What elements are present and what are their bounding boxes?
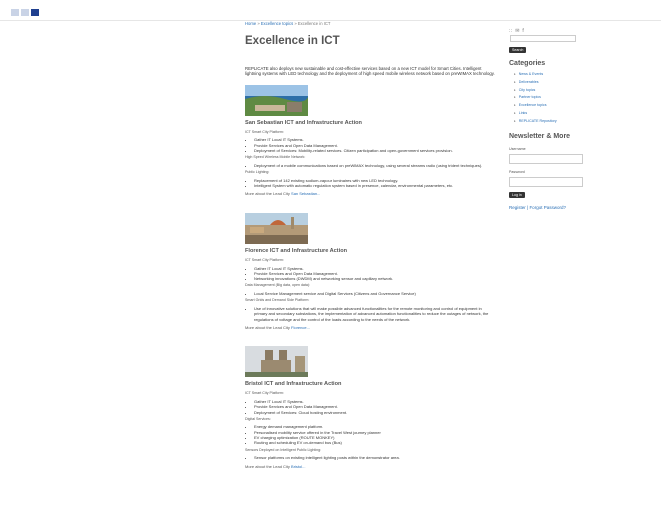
rss-icon[interactable]: ∷ bbox=[509, 28, 512, 34]
san-sebastian-image bbox=[245, 84, 308, 116]
list-item: Local Service Management service and Dig… bbox=[254, 291, 495, 296]
section-title: San Sebastian ICT and Infrastructure Act… bbox=[245, 119, 362, 126]
forgot-password-link[interactable]: Forgot Password? bbox=[529, 205, 566, 210]
search-button[interactable]: Search bbox=[509, 47, 527, 53]
breadcrumb-topics[interactable]: Excellence topics bbox=[261, 21, 293, 26]
list-item: Deployment of Services: Cloud hosting en… bbox=[254, 410, 495, 415]
category-item[interactable]: Deliverables bbox=[514, 79, 584, 87]
group-heading: ICT Smart City Platform: bbox=[245, 129, 284, 134]
section-title: Florence ICT and Infrastructure Action bbox=[245, 247, 348, 254]
more-text: More about the Lead City bbox=[245, 463, 292, 469]
lead-city-link[interactable]: Florence... bbox=[291, 325, 310, 330]
bullet-list: Local Service Management service and Dig… bbox=[245, 291, 495, 296]
section-title: Bristol ICT and Infrastructure Action bbox=[245, 381, 342, 388]
more-text: More about the Lead City bbox=[245, 324, 292, 330]
sidebar: ∷ ✉ f Search Categories News & Events De… bbox=[509, 28, 584, 210]
group-heading: ICT Smart City Platform: bbox=[245, 257, 284, 262]
logo-mark-mid bbox=[21, 9, 29, 16]
username-field[interactable] bbox=[509, 153, 583, 164]
list-item: Networking innovations (DWDM) and networ… bbox=[254, 276, 495, 281]
categories-title: Categories bbox=[509, 60, 546, 67]
site-logo[interactable] bbox=[11, 9, 39, 16]
bristol-image bbox=[245, 346, 308, 378]
bullet-list: Deployment of a mobile communications ba… bbox=[245, 163, 495, 168]
bullet-list: Sensor platforms on existing intelligent… bbox=[245, 455, 495, 460]
mail-icon[interactable]: ✉ bbox=[515, 28, 519, 34]
list-item: Deployment of Services: Mobility-related… bbox=[254, 148, 495, 153]
top-bar bbox=[0, 0, 661, 21]
more-text: More about the Lead City bbox=[245, 191, 292, 197]
breadcrumb-current: Excellence in ICT bbox=[297, 21, 331, 26]
more-about: More about the Lead City San Sebastian..… bbox=[245, 191, 495, 197]
list-item: Use of innovative solutions that will ma… bbox=[254, 306, 495, 322]
bullet-list: Gather IT Local IT Systems. Provide Serv… bbox=[245, 399, 495, 415]
social-icons: ∷ ✉ f bbox=[509, 28, 584, 34]
category-item[interactable]: REPLICATE Repository bbox=[514, 118, 584, 126]
intro-paragraph: REPLICATE also deploys new sustainable a… bbox=[245, 65, 495, 77]
eu-flag-icon bbox=[31, 9, 39, 16]
lead-city-link[interactable]: Bristol... bbox=[291, 464, 305, 469]
more-about: More about the Lead City Florence... bbox=[245, 325, 495, 331]
bullet-list: Gather IT Local IT Systems. Provide Serv… bbox=[245, 137, 495, 153]
category-item[interactable]: Excellence topics bbox=[514, 102, 584, 110]
bullet-list: Replacement of 142 existing sodium-vapou… bbox=[245, 178, 495, 189]
category-item[interactable]: Partner topics bbox=[514, 94, 584, 102]
search-input[interactable] bbox=[510, 35, 576, 42]
list-item: Intelligent System with automatic regula… bbox=[254, 183, 495, 188]
group-heading: Digital Services: bbox=[245, 416, 271, 421]
group-heading: ICT Smart City Platform: bbox=[245, 391, 284, 396]
list-item: Routing and scheduling EV on-demand bus … bbox=[254, 440, 495, 445]
group-heading: Public Lighting: bbox=[245, 170, 270, 175]
page-title: Excellence in ICT bbox=[245, 34, 340, 47]
logo-mark-left bbox=[11, 9, 19, 16]
login-button[interactable]: Log in bbox=[509, 191, 525, 198]
list-item: Sensor platforms on existing intelligent… bbox=[254, 455, 495, 460]
categories-list: News & Events Deliverables City topics P… bbox=[509, 71, 584, 126]
breadcrumb-home[interactable]: Home bbox=[245, 21, 256, 26]
group-heading: Smart Grids and Demand Side Platform: bbox=[245, 298, 310, 303]
florence-image bbox=[245, 212, 308, 244]
group-heading: Data Management (Big data, open data): bbox=[245, 283, 311, 288]
account-links: Register | Forgot Password? bbox=[509, 205, 584, 210]
bullet-list: Energy demand management platform. Perso… bbox=[245, 424, 495, 445]
bullet-list: Gather IT Local IT Systems. Provide Serv… bbox=[245, 266, 495, 282]
newsletter-title: Newsletter & More bbox=[509, 132, 571, 140]
password-field[interactable] bbox=[509, 176, 583, 187]
breadcrumb: Home » Excellence topics » Excellence in… bbox=[245, 21, 495, 27]
list-item: Deployment of a mobile communications ba… bbox=[254, 163, 495, 168]
facebook-icon[interactable]: f bbox=[522, 28, 523, 34]
register-link[interactable]: Register bbox=[509, 205, 526, 210]
group-heading: Sensors Deployed on Intelligent Public L… bbox=[245, 447, 322, 452]
bullet-list: Use of innovative solutions that will ma… bbox=[245, 306, 495, 322]
category-item[interactable]: News & Events bbox=[514, 71, 584, 79]
more-about: More about the Lead City Bristol... bbox=[245, 464, 495, 470]
password-label: Password bbox=[509, 169, 525, 174]
main-content: Home » Excellence topics » Excellence in… bbox=[245, 20, 495, 485]
group-heading: High Speed Wireless Mobile Network: bbox=[245, 155, 306, 160]
username-label: Username bbox=[509, 146, 526, 151]
lead-city-link[interactable]: San Sebastian... bbox=[291, 191, 320, 196]
category-item[interactable]: City topics bbox=[514, 87, 584, 95]
category-item[interactable]: Links bbox=[514, 110, 584, 118]
